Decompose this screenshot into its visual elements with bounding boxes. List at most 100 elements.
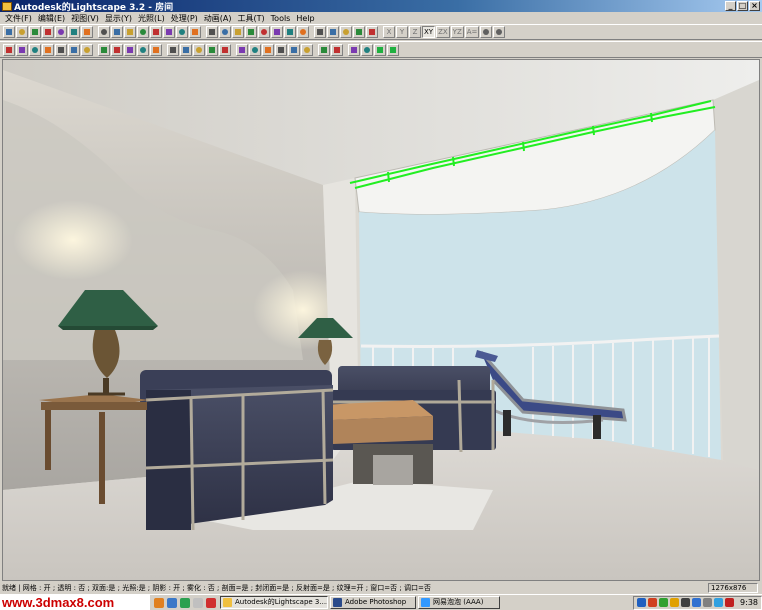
sphere-icon[interactable] (29, 43, 41, 56)
mesh-icon[interactable] (236, 43, 248, 56)
axis-button-z[interactable]: Z (409, 26, 421, 38)
minimize-button[interactable]: _ (725, 1, 736, 11)
dolly-icon[interactable] (271, 26, 283, 38)
pick-icon[interactable] (180, 43, 192, 56)
menu-view[interactable]: 视图(V) (68, 13, 102, 24)
maximize-button[interactable]: □ (737, 1, 748, 11)
wireframe-icon[interactable] (297, 26, 309, 38)
rotate-icon[interactable] (206, 26, 218, 38)
menu-animation[interactable]: 动画(A) (201, 13, 235, 24)
sun-icon[interactable] (348, 43, 360, 56)
quick-launch-icon[interactable] (206, 597, 216, 608)
tray-icon[interactable] (725, 598, 735, 607)
print-icon[interactable] (55, 26, 67, 38)
menu-tools[interactable]: Tools (268, 14, 294, 23)
layer-icon[interactable] (150, 26, 162, 38)
zoom-tool-icon[interactable] (206, 43, 218, 56)
eye-icon[interactable] (480, 26, 493, 38)
menu-tools-cn[interactable]: 工具(T) (235, 13, 268, 24)
outline-icon[interactable] (81, 43, 93, 56)
light-source-icon[interactable] (98, 43, 110, 56)
title-bar[interactable]: Autodesk的Lightscape 3.2 - 房间 _ □ × (0, 0, 762, 13)
quick-launch-icon[interactable] (180, 597, 190, 608)
pan-tool-icon[interactable] (219, 43, 231, 56)
material-icon[interactable] (163, 26, 175, 38)
surface-select-icon[interactable] (262, 43, 274, 56)
run-icon[interactable] (124, 43, 136, 56)
display-mode-icon[interactable] (3, 43, 15, 56)
save-as-icon[interactable] (42, 26, 54, 38)
tray-icon[interactable] (670, 598, 680, 607)
quick-launch-icon[interactable] (167, 597, 177, 608)
surface-icon[interactable] (249, 43, 261, 56)
3d-viewport[interactable] (2, 59, 760, 581)
close-button[interactable]: × (749, 1, 760, 11)
help-icon[interactable] (68, 26, 80, 38)
radiosity-icon[interactable] (16, 43, 28, 56)
rotate-tool-icon[interactable] (331, 43, 343, 56)
flag-icon[interactable] (318, 43, 330, 56)
refresh-icon[interactable] (314, 26, 326, 38)
quick-launch-icon[interactable] (193, 597, 203, 608)
rendered-scene[interactable] (3, 60, 759, 580)
tray-icon[interactable] (637, 598, 647, 607)
menu-help[interactable]: Help (293, 14, 317, 23)
menu-file[interactable]: 文件(F) (2, 13, 35, 24)
taskbar-button[interactable]: 网易泡泡 (AAA) (418, 596, 500, 609)
box-icon[interactable] (374, 43, 386, 56)
quick-launch-icon[interactable] (154, 597, 164, 608)
arrow-icon[interactable] (111, 26, 123, 38)
walk-icon[interactable] (232, 26, 244, 38)
light-icon[interactable] (176, 26, 188, 38)
axis-button-x[interactable]: X (383, 26, 395, 38)
tray-icon[interactable] (681, 598, 691, 607)
cross-icon[interactable] (150, 43, 162, 56)
tray-icon[interactable] (703, 598, 713, 607)
redo-view-icon[interactable] (366, 26, 378, 38)
tray-icon[interactable] (648, 598, 658, 607)
tray-icon[interactable] (714, 598, 724, 607)
axis-button-zx[interactable]: ZX (436, 26, 450, 38)
zoom-in-icon[interactable] (327, 26, 339, 38)
app-icon[interactable] (2, 1, 12, 11)
menu-process[interactable]: 处理(P) (168, 13, 201, 24)
save-icon[interactable] (29, 26, 41, 38)
walkthrough-icon[interactable] (111, 43, 123, 56)
zoom-icon[interactable] (245, 26, 257, 38)
copy-icon[interactable] (124, 26, 136, 38)
copy-surface-icon[interactable] (275, 43, 287, 56)
pan-icon[interactable] (258, 26, 270, 38)
menu-display[interactable]: 显示(Y) (102, 13, 135, 24)
select-icon[interactable] (98, 26, 110, 38)
context-help-icon[interactable] (81, 26, 93, 38)
orbit-icon[interactable] (219, 26, 231, 38)
new-icon[interactable] (3, 26, 15, 38)
undo-view-icon[interactable] (353, 26, 365, 38)
person-icon[interactable] (137, 43, 149, 56)
block-icon[interactable] (189, 26, 201, 38)
taskbar-button[interactable]: Autodesk的Lightscape 3.... (220, 596, 328, 609)
green-cube-icon[interactable] (387, 43, 399, 56)
taskbar-button[interactable]: Adobe Photoshop (330, 596, 416, 609)
axis-button-xy[interactable]: XY (422, 26, 436, 38)
open-icon[interactable] (16, 26, 28, 38)
axis-button-yz[interactable]: YZ (450, 26, 464, 38)
pointer-icon[interactable] (167, 43, 179, 56)
edit-icon[interactable] (301, 43, 313, 56)
menu-edit[interactable]: 编辑(E) (35, 13, 68, 24)
orbit-tool-icon[interactable] (193, 43, 205, 56)
axis-button-y[interactable]: Y (396, 26, 408, 38)
shade-icon[interactable] (55, 43, 67, 56)
fit-icon[interactable] (340, 26, 352, 38)
axis-button-aeq[interactable]: A= (464, 26, 480, 38)
camera-icon[interactable] (284, 26, 296, 38)
paste-surface-icon[interactable] (288, 43, 300, 56)
render-icon[interactable] (42, 43, 54, 56)
sky-icon[interactable] (361, 43, 373, 56)
menu-light[interactable]: 光照(L) (135, 13, 168, 24)
texture-icon[interactable] (68, 43, 80, 56)
paste-icon[interactable] (137, 26, 149, 38)
tray-icon[interactable] (692, 598, 702, 607)
camera-view-icon[interactable] (493, 26, 506, 38)
tray-icon[interactable] (659, 598, 669, 607)
